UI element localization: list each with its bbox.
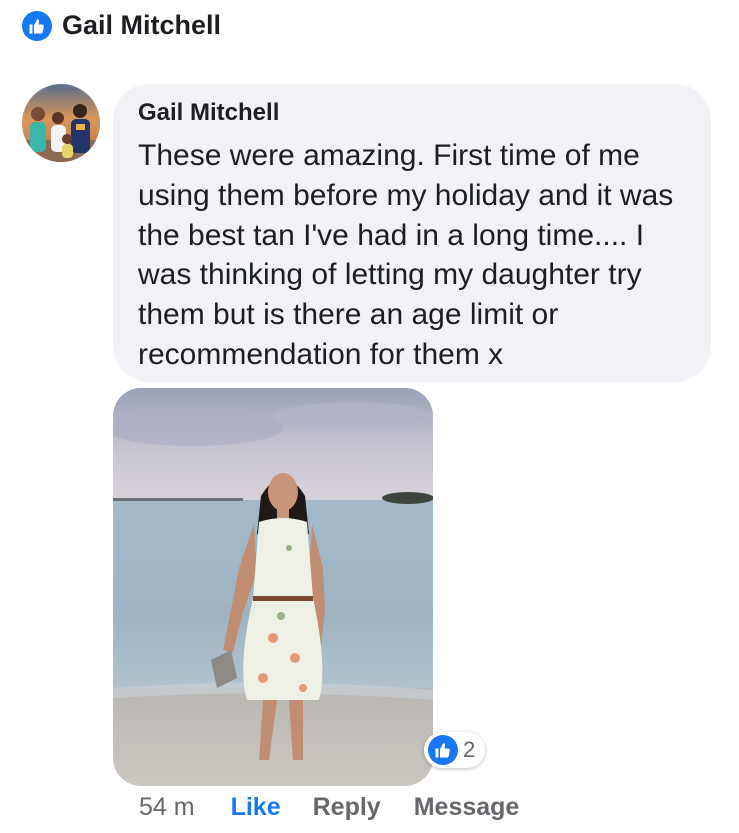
reaction-count-number: 2 bbox=[463, 737, 476, 762]
comment-timestamp[interactable]: 54 m bbox=[139, 792, 195, 822]
message-button[interactable]: Message bbox=[414, 792, 520, 822]
like-button[interactable]: Like bbox=[231, 792, 281, 822]
reaction-count[interactable]: 2 bbox=[424, 732, 486, 768]
like-badge-icon bbox=[22, 10, 52, 41]
reply-button[interactable]: Reply bbox=[313, 792, 381, 822]
avatar[interactable] bbox=[22, 84, 100, 162]
comment-photo-attachment[interactable] bbox=[113, 388, 433, 786]
comment-bubble: Gail Mitchell These were amazing. First … bbox=[113, 84, 711, 382]
comment-author[interactable]: Gail Mitchell bbox=[138, 98, 687, 128]
like-icon bbox=[428, 735, 458, 765]
header: Gail Mitchell bbox=[22, 10, 221, 41]
comment-actions: 54 m Like Reply Message bbox=[139, 792, 519, 822]
comment-text: These were amazing. First time of me usi… bbox=[138, 139, 674, 371]
header-user-name[interactable]: Gail Mitchell bbox=[62, 10, 221, 41]
